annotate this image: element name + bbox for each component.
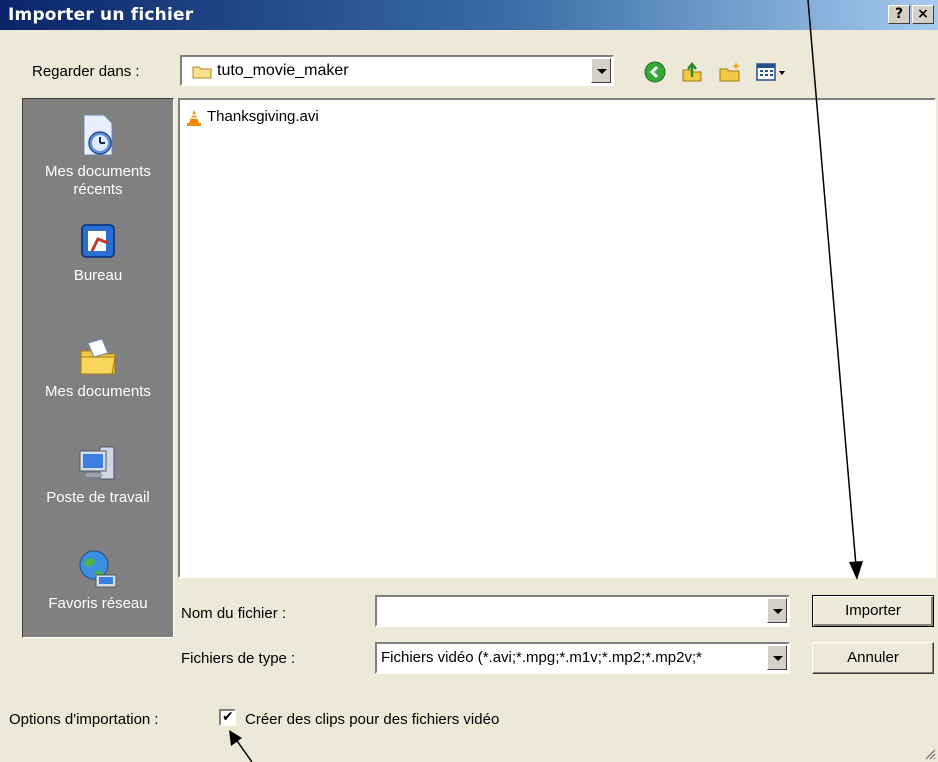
file-item[interactable]: Thanksgiving.avi <box>186 108 319 126</box>
places-bar: Mes documents récents Bureau Mes documen… <box>22 98 174 638</box>
close-button[interactable]: × <box>912 5 934 24</box>
import-button[interactable]: Importer <box>812 595 934 627</box>
place-label: Mes documents <box>45 383 151 400</box>
file-list[interactable]: Thanksgiving.avi <box>178 98 936 578</box>
place-label: Poste de travail <box>46 489 150 506</box>
window-title: Importer un fichier <box>8 5 194 25</box>
filename-label: Nom du fichier : <box>181 605 287 622</box>
network-places-icon <box>79 550 117 588</box>
look-in-dropdown[interactable]: tuto_movie_maker <box>180 55 614 86</box>
file-name: Thanksgiving.avi <box>207 108 319 125</box>
view-menu-icon[interactable] <box>755 60 789 84</box>
filename-input[interactable] <box>375 595 790 627</box>
place-my-computer[interactable]: Poste de travail <box>23 441 173 507</box>
recent-documents-icon <box>83 114 113 156</box>
place-label: Bureau <box>73 267 123 284</box>
chevron-down-icon[interactable] <box>591 58 611 83</box>
create-clips-checkbox[interactable] <box>219 708 236 726</box>
my-computer-icon <box>79 446 115 480</box>
new-folder-icon[interactable] <box>718 60 742 84</box>
look-in-label: Regarder dans : <box>32 63 140 80</box>
chevron-down-icon[interactable] <box>767 598 787 623</box>
desktop-icon <box>81 224 115 258</box>
my-documents-icon <box>80 338 116 375</box>
back-icon[interactable] <box>643 60 667 84</box>
place-my-documents[interactable]: Mes documents <box>23 337 173 401</box>
filetype-label: Fichiers de type : <box>181 650 296 667</box>
place-label: Mes documents récents <box>45 163 151 198</box>
help-button[interactable]: ? <box>888 5 910 24</box>
resize-grip-icon[interactable] <box>924 748 936 760</box>
up-folder-icon[interactable] <box>680 60 704 84</box>
cancel-button[interactable]: Annuler <box>812 642 934 674</box>
filetype-value: Fichiers vidéo (*.avi;*.mpg;*.m1v;*.mp2;… <box>381 649 702 666</box>
place-label: Favoris réseau <box>48 595 148 612</box>
title-bar[interactable]: Importer un fichier ? × <box>0 0 938 30</box>
place-recent-documents[interactable]: Mes documents récents <box>23 113 173 199</box>
chevron-down-icon[interactable] <box>767 645 787 670</box>
import-options-label: Options d'importation : <box>9 711 159 728</box>
place-network[interactable]: Favoris réseau <box>23 547 173 613</box>
vlc-cone-icon <box>187 109 201 126</box>
filetype-dropdown[interactable]: Fichiers vidéo (*.avi;*.mpg;*.m1v;*.mp2;… <box>375 642 790 674</box>
look-in-value: tuto_movie_maker <box>217 62 349 79</box>
import-file-dialog: Importer un fichier ? × Regarder dans : … <box>0 0 938 762</box>
folder-icon <box>192 66 212 79</box>
place-desktop[interactable]: Bureau <box>23 221 173 285</box>
create-clips-label[interactable]: Créer des clips pour des fichiers vidéo <box>245 711 499 728</box>
